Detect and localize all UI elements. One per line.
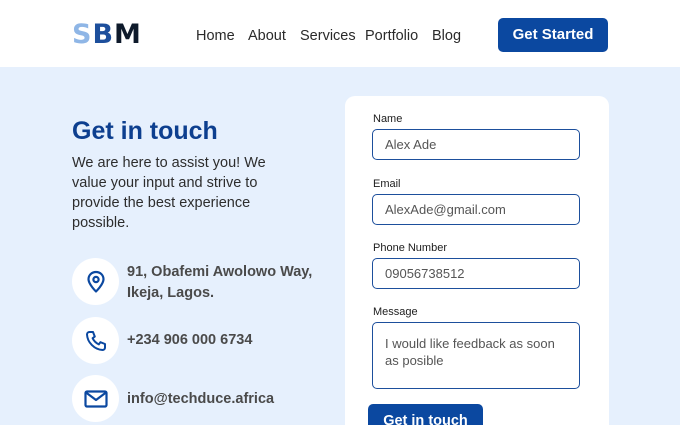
nav-home[interactable]: Home <box>196 27 235 45</box>
contact-email[interactable]: info@techduce.africa <box>127 389 274 410</box>
phone-icon <box>85 330 106 351</box>
logo[interactable]: SBM <box>72 19 142 51</box>
get-in-touch-button[interactable]: Get in touch <box>368 404 483 425</box>
nav-services[interactable]: Services <box>300 27 356 45</box>
nav-about[interactable]: About <box>248 27 286 45</box>
site-header: SBM Home About Services Portfolio Blog G… <box>0 0 680 67</box>
email-field[interactable]: AlexAde@gmail.com <box>372 194 580 225</box>
name-field[interactable]: Alex Ade <box>372 129 580 160</box>
email-label: Email <box>373 178 401 190</box>
phone-number-label: Phone Number <box>373 242 447 254</box>
name-label: Name <box>373 113 403 125</box>
phone-number-field[interactable]: 09056738512 <box>372 258 580 289</box>
get-started-button[interactable]: Get Started <box>498 18 608 52</box>
logo-letter-m: M <box>114 19 142 50</box>
location-pin-icon <box>86 270 105 293</box>
message-textarea[interactable]: I would like feedback as soon as posible <box>372 322 580 389</box>
mail-icon <box>83 389 108 408</box>
contact-phone[interactable]: +234 906 000 6734 <box>127 330 252 351</box>
contact-form-card: Name Alex Ade Email AlexAde@gmail.com Ph… <box>345 96 609 425</box>
contact-address: 91, Obafemi Awolowo Way, Ikeja, Lagos. <box>127 264 313 301</box>
contact-description: We are here to assist you! We value your… <box>72 155 266 231</box>
nav-portfolio[interactable]: Portfolio <box>365 27 418 45</box>
page-title: Get in touch <box>72 117 218 145</box>
message-label: Message <box>373 306 418 318</box>
location-icon-circle <box>72 258 119 305</box>
phone-icon-circle <box>72 317 119 364</box>
logo-letter-s: S <box>72 19 93 50</box>
logo-letter-b: B <box>92 19 115 50</box>
nav-blog[interactable]: Blog <box>432 27 461 45</box>
mail-icon-circle <box>72 375 119 422</box>
